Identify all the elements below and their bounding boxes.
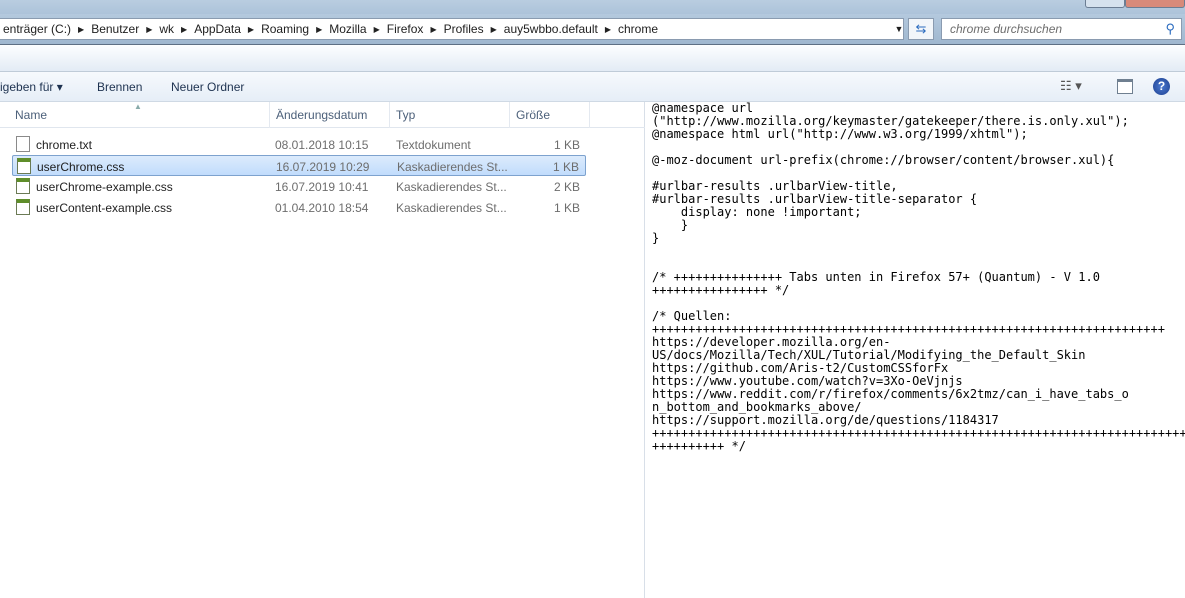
breadcrumb-item[interactable]: Roaming [257,22,313,36]
file-type: Kaskadierendes St... [396,180,507,194]
breadcrumb-item[interactable]: Firefox [383,22,428,36]
text-file-icon [16,136,30,152]
code-line: ++++++++++++++++ */ [652,283,790,297]
address-row: enträger (C:) ▶ Benutzer ▶ wk ▶ AppData ▶ Roamin… [0,14,1185,44]
code-line: @-moz-document url-prefix(chrome://brows… [652,153,1115,167]
file-type: Kaskadierendes St... [397,160,508,174]
file-size: 2 KB [553,180,580,194]
breadcrumb-separator-icon[interactable]: ▶ [371,25,383,34]
css-file-icon [16,199,30,215]
breadcrumb-item[interactable]: chrome [614,22,662,36]
breadcrumb-separator-icon[interactable]: ▶ [75,25,87,34]
breadcrumb-item[interactable]: Benutzer [87,22,143,36]
file-name: chrome.txt [36,138,93,152]
file-row[interactable]: userChrome-example.css 16.07.2019 10:41 … [12,176,586,197]
column-header: ▲ Name Änderungsdatum Typ Größe [0,102,645,128]
file-row[interactable]: chrome.txt 08.01.2018 10:15 Textdokument… [12,134,586,155]
toolbar: igeben für ▾ Brennen Neuer Ordner ☷ ▾ ? [0,72,1185,102]
file-size: 1 KB [553,138,580,152]
file-date: 16.07.2019 10:29 [276,160,370,174]
menu-band [0,44,1185,72]
breadcrumb-separator-icon[interactable]: ▶ [245,25,257,34]
new-folder-button[interactable]: Neuer Ordner [171,80,244,94]
column-name[interactable]: Name [9,102,270,128]
address-bar[interactable]: enträger (C:) ▶ Benutzer ▶ wk ▶ AppData ▶ Roamin… [0,18,904,40]
file-name: userChrome.css [37,160,125,174]
breadcrumb-item[interactable]: enträger (C:) [0,22,75,36]
breadcrumb-item[interactable]: Profiles [440,22,488,36]
breadcrumb-separator-icon[interactable]: ▶ [178,25,190,34]
code-line: ++++++++++ */ [652,439,746,453]
file-date: 16.07.2019 10:41 [275,180,369,194]
share-with-button[interactable]: igeben für ▾ [0,80,63,94]
breadcrumb-separator-icon[interactable]: ▶ [313,25,325,34]
breadcrumb-separator-icon[interactable]: ▶ [602,25,614,34]
code-line: } [652,231,660,245]
search-input[interactable]: chrome durchsuchen ⚲ [941,18,1182,40]
code-line: } [652,218,689,232]
column-size[interactable]: Größe [510,102,590,128]
file-name: userChrome-example.css [36,180,173,194]
file-size: 1 KB [553,201,580,215]
code-preview: @namespace url ("http://www.mozilla.org/k… [652,102,1185,453]
code-line: display: none !important; [652,205,862,219]
css-file-icon [16,178,30,194]
breadcrumb-item[interactable]: auy5wbbo.default [500,22,602,36]
breadcrumb-item[interactable]: wk [155,22,178,36]
help-icon[interactable]: ? [1153,78,1170,95]
breadcrumb-separator-icon[interactable]: ▶ [143,25,155,34]
search-placeholder: chrome durchsuchen [950,22,1063,36]
file-type: Kaskadierendes St... [396,201,507,215]
column-date[interactable]: Änderungsdatum [270,102,390,128]
burn-button[interactable]: Brennen [97,80,142,94]
column-type[interactable]: Typ [390,102,510,128]
file-size: 1 KB [552,160,579,174]
preview-pane: @namespace url ("http://www.mozilla.org/k… [646,102,1185,598]
file-row[interactable]: userChrome.css 16.07.2019 10:29 Kaskadie… [12,155,586,176]
css-file-icon [17,158,31,174]
breadcrumb-separator-icon[interactable]: ▶ [488,25,500,34]
search-icon[interactable]: ⚲ [1165,19,1175,39]
file-date: 01.04.2010 18:54 [275,201,369,215]
file-name: userContent-example.css [36,201,173,215]
code-line: @namespace html url("http://www.w3.org/1… [652,127,1028,141]
file-date: 08.01.2018 10:15 [275,138,369,152]
file-row[interactable]: userContent-example.css 01.04.2010 18:54… [12,197,586,218]
preview-pane-icon[interactable] [1117,79,1133,94]
breadcrumb-item[interactable]: Mozilla [325,22,370,36]
refresh-button[interactable]: ⇆ [908,18,934,40]
breadcrumb-item[interactable]: AppData [190,22,245,36]
close-button[interactable] [1125,0,1185,8]
view-options-icon[interactable]: ☷ ▾ [1060,78,1082,94]
file-type: Textdokument [396,138,471,152]
maximize-button[interactable] [1085,0,1125,8]
breadcrumb-separator-icon[interactable]: ▶ [427,25,439,34]
chevron-down-icon[interactable]: ▼ [891,19,907,39]
file-list: ▲ Name Änderungsdatum Typ Größe chrome.t… [0,102,645,598]
